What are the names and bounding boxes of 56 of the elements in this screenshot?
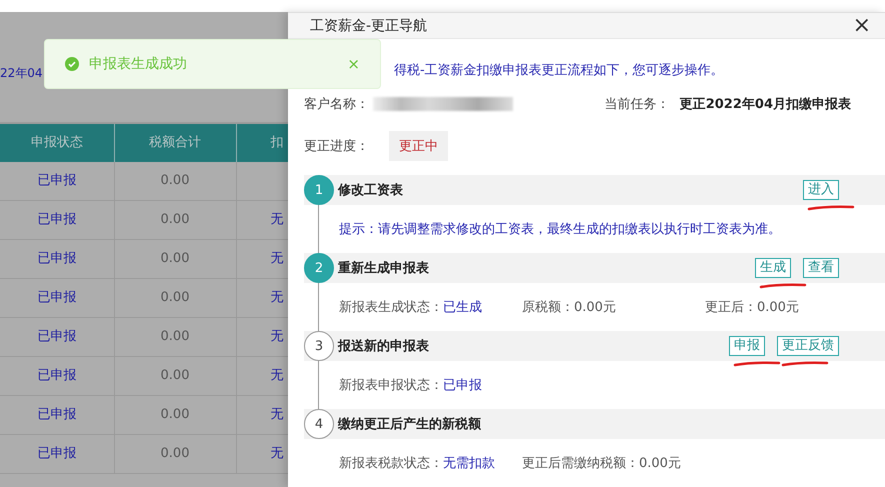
status-link[interactable]: 已申报 [0,318,114,356]
table-cell: 0.00 [114,356,236,396]
table-cell: 0.00 [114,434,236,474]
customer-label: 客户名称： [304,96,369,113]
field-value: 已生成 [443,300,482,315]
column-header: 申报状态 [0,123,114,162]
field-label: 更正后： [705,300,757,315]
status-badge: 更正中 [389,131,448,161]
step-number: 3 [304,331,334,361]
field-value: 无需扣款 [443,456,495,471]
table-cell: 0.00 [114,278,236,318]
table-cell: 0.00 [114,396,236,434]
field-value: 0.00元 [757,300,799,315]
status-link[interactable]: 已申报 [0,200,114,240]
field-label: 更正后需缴纳税额： [522,456,639,471]
status-link[interactable]: 已申报 [0,434,114,474]
step-title: 重新生成申报表 [338,260,430,277]
step-number: 2 [304,253,334,283]
table-cell: 0.00 [114,240,236,278]
table-cell: 0.00 [114,200,236,240]
field-label: 新报表申报状态： [339,378,443,393]
table-cell: 0.00 [114,162,236,200]
field-label: 新报表税款状态： [339,456,443,471]
task-value: 更正2022年04月扣缴申报表 [680,96,851,113]
table-cell: 0.00 [114,318,236,356]
field-label: 新报表生成状态： [339,300,443,315]
action-button[interactable]: 进入 [803,180,839,200]
hint-text: 提示：请先调整需求修改的工资表，最终生成的扣缴表以执行时工资表为准。 [339,221,781,238]
step-title: 缴纳更正后产生的新税额 [338,416,482,433]
status-link[interactable]: 已申报 [0,240,114,278]
action-button[interactable]: 更正反馈 [777,336,839,356]
action-button[interactable]: 申报 [729,336,765,356]
column-header: 扣 [236,123,288,162]
field-value: 已申报 [443,378,482,393]
step-title: 报送新的申报表 [338,338,430,355]
step-title: 修改工资表 [338,182,404,199]
intro-text: 得税-工资薪金扣缴申报表更正流程如下，您可逐步操作。 [394,62,725,79]
toast-message: 申报表生成成功 [89,55,188,73]
status-link[interactable]: 已申报 [0,396,114,434]
action-button[interactable]: 查看 [803,258,839,278]
field-value: 0.00元 [639,456,681,471]
task-label: 当前任务： [604,96,670,113]
field-value: 0.00元 [574,300,616,315]
status-link[interactable]: 已申报 [0,162,114,200]
field-label: 原税额： [522,300,574,315]
progress-label: 更正进度： [304,138,369,155]
step-number: 4 [304,409,334,439]
column-header: 税额合计 [114,123,236,162]
step-number: 1 [304,175,334,205]
check-circle-icon [65,57,79,71]
status-link[interactable]: 已申报 [0,278,114,318]
action-button[interactable]: 生成 [755,258,791,278]
close-icon[interactable]: × [852,13,871,38]
status-link[interactable]: 已申报 [0,356,114,396]
drawer-title: 工资薪金-更正导航 [310,16,428,34]
date-text: 22年04 [0,66,43,80]
